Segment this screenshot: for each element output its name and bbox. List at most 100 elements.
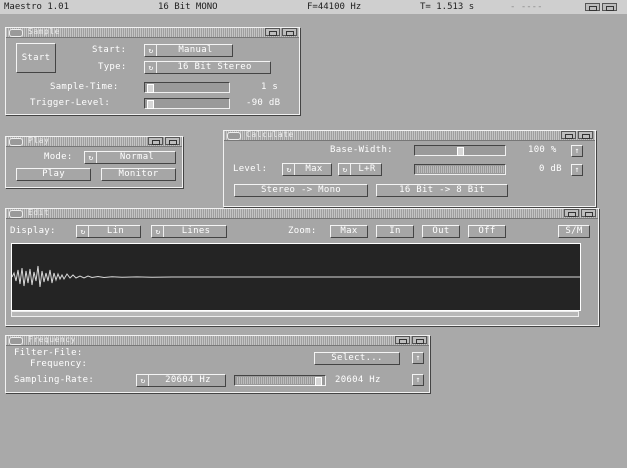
zoom-in-button[interactable]: In (376, 225, 414, 238)
trigger-level-label: Trigger-Level: (30, 98, 111, 108)
depth-gadget-icon[interactable] (165, 137, 180, 145)
window-title: Sample (28, 27, 60, 36)
depth-gadget-icon[interactable] (412, 336, 427, 344)
zoom-max-button[interactable]: Max (330, 225, 368, 238)
edit-window: Edit Display: ↻ Lin ↻ Lines Zoom: Max In… (5, 208, 599, 326)
type-label: Type: (98, 62, 127, 72)
start-button[interactable]: Start (16, 43, 56, 73)
level-mode-value: Max (305, 164, 323, 174)
level-hatch-fill (416, 166, 504, 173)
waveform-trace (11, 265, 580, 288)
close-gadget-icon[interactable] (227, 132, 241, 140)
type-value: 16 Bit Stereo (177, 62, 252, 72)
filter-file-label: Filter-File: (14, 348, 83, 358)
cycle-gadget-icon: ↻ (340, 164, 351, 175)
edit-title-bar[interactable]: Edit (6, 208, 598, 219)
window-title: Calculate (246, 130, 294, 139)
slider-knob[interactable] (457, 147, 464, 156)
cycle-gadget-icon: ↻ (86, 152, 97, 163)
level-label: Level: (233, 164, 268, 174)
depth-gadget-icon[interactable] (581, 209, 596, 217)
zoom-gadget-icon[interactable] (265, 28, 280, 36)
sampling-rate-label: Sampling-Rate: (14, 375, 95, 385)
waveform-scrollbar[interactable] (11, 311, 579, 317)
cycle-gadget-icon: ↻ (284, 164, 295, 175)
base-width-value: 100 % (528, 145, 557, 155)
trigger-level-slider[interactable] (144, 98, 230, 109)
sample-time-value: 1 s (261, 82, 279, 92)
mode-value: Normal (119, 152, 155, 162)
swap-mode-button[interactable]: S/M (558, 225, 590, 238)
sample-time-label: Sample-Time: (50, 82, 119, 92)
level-mode-cycle[interactable]: ↻ Max (282, 163, 332, 176)
level-slider[interactable] (414, 164, 506, 175)
frequency-readout: F=44100 Hz (307, 2, 362, 12)
close-gadget-icon[interactable] (9, 29, 23, 37)
type-cycle[interactable]: ↻ 16 Bit Stereo (144, 61, 271, 74)
base-width-slider[interactable] (414, 145, 506, 156)
window-title: Edit (28, 208, 50, 217)
calculate-title-bar[interactable]: Calculate (224, 130, 595, 141)
display-scale-cycle[interactable]: ↻ Lin (76, 225, 141, 238)
waveform-display[interactable] (11, 243, 581, 311)
screen-front-icon[interactable] (602, 3, 617, 11)
level-value: 0 dB (539, 164, 562, 174)
waveform-graphic (11, 265, 580, 288)
window-title: Frequency (28, 335, 76, 344)
screen-depth-icon[interactable] (585, 3, 600, 11)
close-gadget-icon[interactable] (9, 138, 23, 146)
filter-up-arrow-icon[interactable]: ↑ (412, 352, 424, 364)
zoom-out-button[interactable]: Out (422, 225, 460, 238)
select-button[interactable]: Select... (314, 352, 400, 365)
display-label: Display: (10, 226, 56, 236)
zoom-label: Zoom: (288, 226, 317, 236)
zoom-gadget-icon[interactable] (561, 131, 576, 139)
frequency-label: Frequency: (30, 359, 88, 369)
base-width-up-arrow-icon[interactable]: ↑ (571, 145, 583, 157)
play-title-bar[interactable]: Play (6, 136, 182, 147)
format-readout: 16 Bit MONO (158, 2, 218, 12)
depth-gadget-icon[interactable] (578, 131, 593, 139)
depth-gadget-icon[interactable] (282, 28, 297, 36)
slider-knob[interactable] (315, 377, 322, 386)
sampling-rate-readout: 20604 Hz (335, 375, 381, 385)
bit-convert-button[interactable]: 16 Bit -> 8 Bit (376, 184, 508, 197)
cycle-gadget-icon: ↻ (146, 62, 157, 73)
sample-time-slider[interactable] (144, 82, 230, 93)
zoom-gadget-icon[interactable] (395, 336, 410, 344)
time-readout: T= 1.513 s (420, 2, 475, 12)
frequency-title-bar[interactable]: Frequency (6, 335, 429, 346)
sampling-hatch-fill (236, 377, 316, 384)
close-gadget-icon[interactable] (9, 337, 23, 345)
display-style-cycle[interactable]: ↻ Lines (151, 225, 227, 238)
zoom-off-button[interactable]: Off (468, 225, 506, 238)
mode-cycle[interactable]: ↻ Normal (84, 151, 176, 164)
sample-window: Sample Start Start: ↻ Manual Type: ↻ 16 … (5, 27, 300, 115)
sample-title-bar[interactable]: Sample (6, 27, 299, 38)
frequency-window: Frequency Filter-File: Select... ↑ Frequ… (5, 335, 430, 393)
start-mode-cycle[interactable]: ↻ Manual (144, 44, 233, 57)
play-button[interactable]: Play (16, 168, 91, 181)
slider-knob[interactable] (147, 100, 154, 109)
level-channel-cycle[interactable]: ↻ L+R (338, 163, 382, 176)
slider-knob[interactable] (147, 84, 154, 93)
zoom-gadget-icon[interactable] (148, 137, 163, 145)
close-gadget-icon[interactable] (9, 210, 23, 218)
cycle-gadget-icon: ↻ (146, 45, 157, 56)
cycle-gadget-icon: ↻ (78, 226, 89, 237)
trigger-level-value: -90 dB (246, 98, 281, 108)
mode-label: Mode: (44, 152, 73, 162)
sampling-rate-value: 20604 Hz (165, 375, 211, 385)
start-mode-value: Manual (178, 45, 213, 55)
stereo-to-mono-button[interactable]: Stereo -> Mono (234, 184, 368, 197)
level-up-arrow-icon[interactable]: ↑ (571, 164, 583, 176)
sampling-rate-cycle[interactable]: ↻ 20604 Hz (136, 374, 226, 387)
zoom-gadget-icon[interactable] (564, 209, 579, 217)
sampling-up-arrow-icon[interactable]: ↑ (412, 374, 424, 386)
app-name: Maestro 1.01 (4, 2, 70, 12)
start-label: Start: (92, 45, 127, 55)
status-dashes: - ---- (510, 2, 543, 12)
cycle-gadget-icon: ↻ (153, 226, 164, 237)
sampling-rate-slider[interactable] (234, 375, 326, 386)
monitor-button[interactable]: Monitor (101, 168, 176, 181)
